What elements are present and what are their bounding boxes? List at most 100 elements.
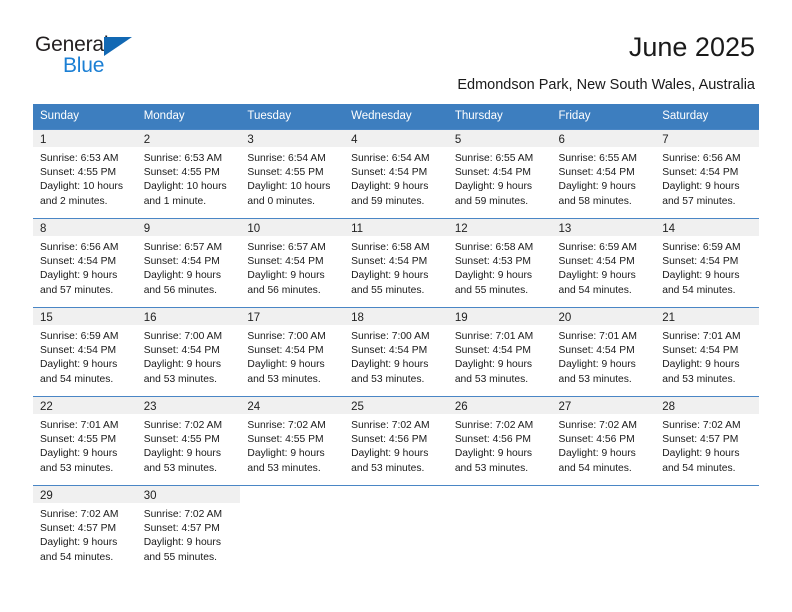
daylight-text-line2: and 54 minutes. [558,284,632,296]
calendar-empty-cell [655,485,759,572]
calendar-day-cell[interactable]: 22 Sunrise: 7:01 AM Sunset: 4:55 PM Dayligh… [33,396,137,486]
daylight-text-line1: Daylight: 9 hours [454,448,533,460]
daylight-text-line1: Daylight: 9 hours [247,448,325,460]
day-cell-inner [655,486,759,572]
calendar-day-cell[interactable]: 20 Sunrise: 7:01 AM Sunset: 4:54 PM Dayligh… [551,307,656,397]
calendar-empty-cell [240,485,345,572]
calendar-day-cell[interactable]: 12 Sunrise: 6:58 AM Sunset: 4:53 PM Dayligh… [447,218,552,308]
calendar-day-cell[interactable]: 29 Sunrise: 7:02 AM Sunset: 4:57 PM Dayligh… [33,485,137,572]
sunset-text: Sunset: 4:54 PM [143,345,220,357]
calendar-day-cell[interactable]: 18 Sunrise: 7:00 AM Sunset: 4:54 PM Dayligh… [344,307,448,397]
day-cell-inner: 27 Sunrise: 7:02 AM Sunset: 4:56 PM Dayligh… [551,397,656,485]
day-number: 6 [551,130,656,147]
daylight-text-line2: and 53 minutes. [247,462,321,474]
day-number: 30 [136,486,241,503]
day-number: 18 [344,308,448,325]
calendar-day-cell[interactable]: 5 Sunrise: 6:55 AM Sunset: 4:54 PM Daylight… [447,129,552,219]
day-details: Sunrise: 7:01 AM Sunset: 4:54 PM Daylight:… [448,325,552,387]
day-number: 11 [344,219,448,236]
daylight-text-line1: Daylight: 9 hours [351,270,429,282]
day-details: Sunrise: 7:02 AM Sunset: 4:56 PM Daylight:… [448,414,552,476]
day-cell-inner: 29 Sunrise: 7:02 AM Sunset: 4:57 PM Dayligh… [33,486,137,572]
calendar-day-cell[interactable]: 3 Sunrise: 6:54 AM Sunset: 4:55 PM Daylight… [240,129,345,219]
day-details: Sunrise: 7:01 AM Sunset: 4:55 PM Daylight:… [33,414,137,476]
day-number: 15 [33,308,137,325]
day-cell-inner [240,486,344,572]
daylight-text-line1: Daylight: 9 hours [143,448,221,460]
calendar-container: Sunday Monday Tuesday Wednesday Thursday… [33,104,759,572]
daylight-text-line1: Daylight: 9 hours [662,448,740,460]
daylight-text-line2: and 59 minutes. [454,195,529,207]
sunrise-text: Sunrise: 7:00 AM [247,331,326,342]
sunset-text: Sunset: 4:57 PM [662,434,739,446]
calendar-day-cell[interactable]: 21 Sunrise: 7:01 AM Sunset: 4:54 PM Dayligh… [655,307,759,397]
sunrise-text: Sunrise: 6:59 AM [40,331,119,342]
calendar-day-cell[interactable]: 26 Sunrise: 7:02 AM Sunset: 4:56 PM Dayligh… [447,396,552,486]
calendar-day-cell[interactable]: 1 Sunrise: 6:53 AM Sunset: 4:55 PM Daylight… [33,129,137,219]
day-number: 17 [240,308,345,325]
day-cell-inner [344,486,448,572]
page-header: General Blue June 2025 Edmondson Park, N… [0,0,792,100]
sunrise-text: Sunrise: 7:00 AM [143,331,223,342]
day-number [655,486,759,503]
day-number: 4 [344,130,448,147]
calendar-day-cell[interactable]: 2 Sunrise: 6:53 AM Sunset: 4:55 PM Daylight… [136,129,241,219]
daylight-text-line1: Daylight: 9 hours [662,181,740,193]
daylight-text-line1: Daylight: 9 hours [351,448,429,460]
sunset-text: Sunset: 4:54 PM [40,256,117,268]
calendar-day-cell[interactable]: 7 Sunrise: 6:56 AM Sunset: 4:54 PM Daylight… [655,129,759,219]
calendar-day-cell[interactable]: 17 Sunrise: 7:00 AM Sunset: 4:54 PM Dayligh… [240,307,345,397]
calendar-day-cell[interactable]: 24 Sunrise: 7:02 AM Sunset: 4:55 PM Dayligh… [240,396,345,486]
calendar-day-cell[interactable]: 23 Sunrise: 7:02 AM Sunset: 4:55 PM Dayligh… [136,396,241,486]
sunrise-text: Sunrise: 6:57 AM [143,242,223,253]
daylight-text-line1: Daylight: 10 hours [247,181,331,193]
calendar-day-cell[interactable]: 11 Sunrise: 6:58 AM Sunset: 4:54 PM Dayligh… [344,218,448,308]
calendar-day-cell[interactable]: 30 Sunrise: 7:02 AM Sunset: 4:57 PM Dayligh… [136,485,241,572]
calendar-day-cell[interactable]: 28 Sunrise: 7:02 AM Sunset: 4:57 PM Dayligh… [655,396,759,486]
day-details: Sunrise: 7:02 AM Sunset: 4:55 PM Daylight:… [240,414,344,476]
weekday-header-friday: Friday [551,104,656,130]
day-cell-inner: 30 Sunrise: 7:02 AM Sunset: 4:57 PM Dayligh… [136,486,241,572]
sunset-text: Sunset: 4:54 PM [662,345,739,357]
day-number: 8 [33,219,137,236]
sunset-text: Sunset: 4:56 PM [558,434,635,446]
calendar-day-cell[interactable]: 27 Sunrise: 7:02 AM Sunset: 4:56 PM Dayligh… [551,396,656,486]
calendar-day-cell[interactable]: 10 Sunrise: 6:57 AM Sunset: 4:54 PM Dayligh… [240,218,345,308]
calendar-day-cell[interactable]: 9 Sunrise: 6:57 AM Sunset: 4:54 PM Daylight… [136,218,241,308]
calendar-day-cell[interactable]: 16 Sunrise: 7:00 AM Sunset: 4:54 PM Dayligh… [136,307,241,397]
day-details: Sunrise: 7:02 AM Sunset: 4:57 PM Daylight:… [655,414,759,476]
day-number: 2 [136,130,241,147]
daylight-text-line1: Daylight: 9 hours [558,448,636,460]
calendar-day-cell[interactable]: 6 Sunrise: 6:55 AM Sunset: 4:54 PM Daylight… [551,129,656,219]
daylight-text-line2: and 59 minutes. [351,195,425,207]
daylight-text-line2: and 54 minutes. [662,284,736,296]
calendar-day-cell[interactable]: 8 Sunrise: 6:56 AM Sunset: 4:54 PM Daylight… [33,218,137,308]
day-number: 28 [655,397,759,414]
sunrise-text: Sunrise: 7:01 AM [454,331,534,342]
logo-text-blue: Blue [63,54,105,77]
calendar-day-cell[interactable]: 13 Sunrise: 6:59 AM Sunset: 4:54 PM Dayligh… [551,218,656,308]
day-details: Sunrise: 7:00 AM Sunset: 4:54 PM Daylight:… [137,325,241,387]
sunset-text: Sunset: 4:57 PM [143,523,220,535]
calendar-day-cell[interactable]: 25 Sunrise: 7:02 AM Sunset: 4:56 PM Dayligh… [344,396,448,486]
daylight-text-line1: Daylight: 9 hours [662,270,740,282]
day-cell-inner [552,486,656,572]
sunset-text: Sunset: 4:56 PM [454,434,531,446]
calendar-week-row: 29 Sunrise: 7:02 AM Sunset: 4:57 PM Dayligh… [33,485,759,572]
sunset-text: Sunset: 4:53 PM [454,256,531,268]
day-cell-inner: 4 Sunrise: 6:54 AM Sunset: 4:54 PM Daylight… [344,130,448,218]
calendar-day-cell[interactable]: 15 Sunrise: 6:59 AM Sunset: 4:54 PM Dayligh… [33,307,137,397]
calendar-day-cell[interactable]: 19 Sunrise: 7:01 AM Sunset: 4:54 PM Dayligh… [447,307,552,397]
sunrise-text: Sunrise: 7:01 AM [40,420,119,431]
daylight-text-line2: and 53 minutes. [454,462,529,474]
general-blue-logo[interactable]: General Blue [35,33,175,83]
daylight-text-line1: Daylight: 9 hours [662,359,740,371]
daylight-text-line1: Daylight: 9 hours [558,181,636,193]
calendar-day-cell[interactable]: 14 Sunrise: 6:59 AM Sunset: 4:54 PM Dayligh… [655,218,759,308]
calendar-week-row: 1 Sunrise: 6:53 AM Sunset: 4:55 PM Daylight… [33,129,759,219]
daylight-text-line2: and 55 minutes. [454,284,529,296]
day-cell-inner: 14 Sunrise: 6:59 AM Sunset: 4:54 PM Dayligh… [655,219,759,307]
calendar-day-cell[interactable]: 4 Sunrise: 6:54 AM Sunset: 4:54 PM Daylight… [344,129,448,219]
page-subtitle-location: Edmondson Park, New South Wales, Austral… [457,77,755,93]
sunset-text: Sunset: 4:54 PM [662,167,739,179]
